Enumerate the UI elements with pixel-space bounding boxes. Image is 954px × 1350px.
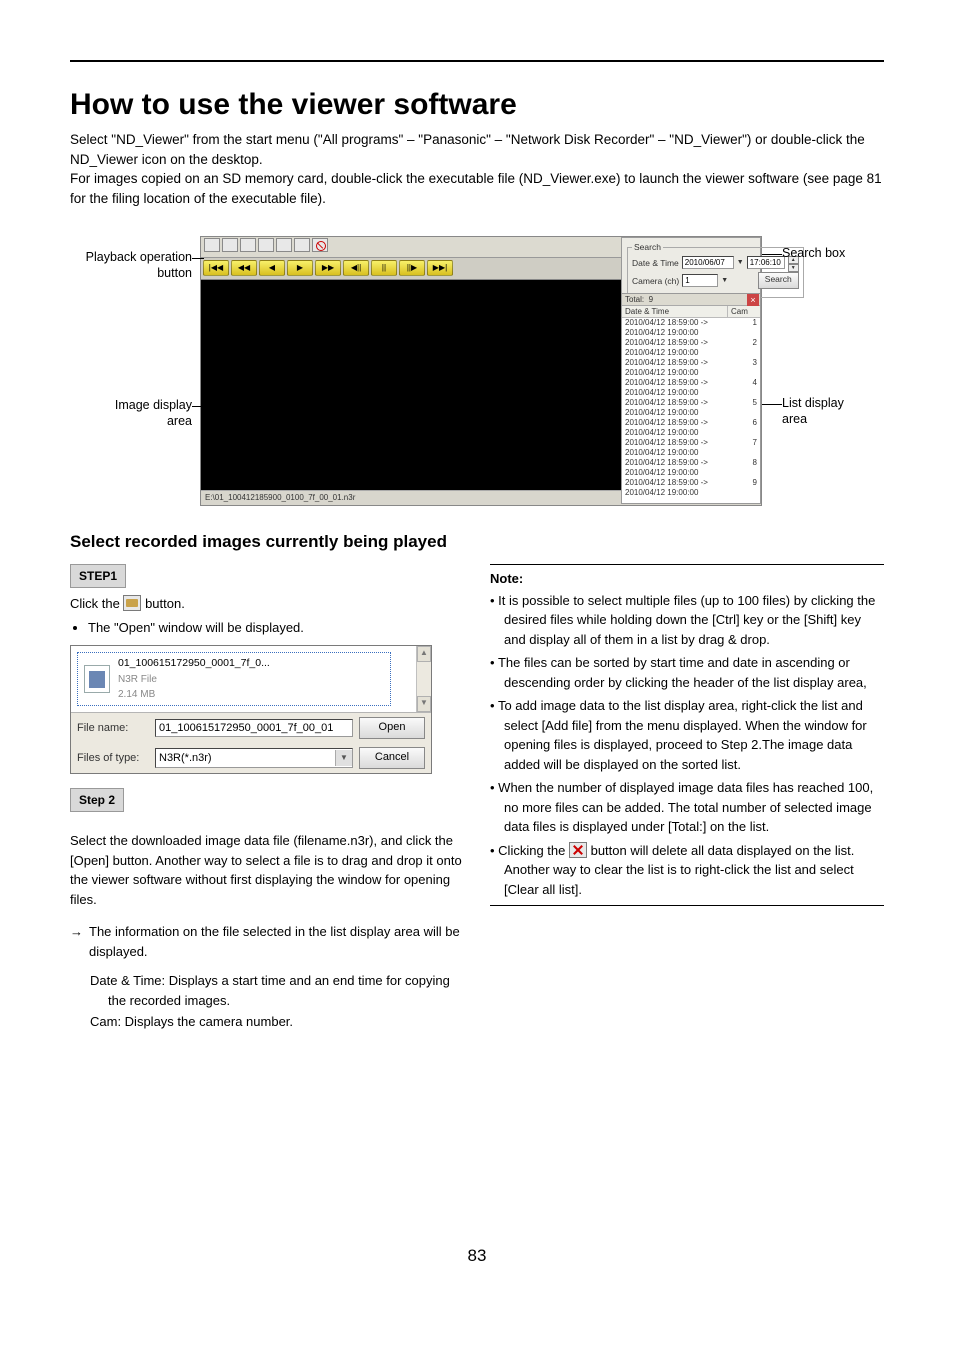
layout-icon[interactable]	[294, 238, 310, 252]
filetype-label: Files of type:	[77, 750, 149, 767]
note-item: • The files can be sorted by start time …	[490, 653, 884, 692]
note-heading: Note:	[490, 564, 884, 589]
open-dialog: 01_100615172950_0001_7f_0... N3R File 2.…	[70, 645, 432, 774]
search-legend: Search	[632, 242, 663, 252]
list-row[interactable]: 2010/04/12 18:59:00 -> 2010/04/12 19:00:…	[622, 358, 760, 378]
list-row[interactable]: 2010/04/12 18:59:00 -> 2010/04/12 19:00:…	[622, 458, 760, 478]
zoom-icon[interactable]	[258, 238, 274, 252]
viewer-figure: |◀◀ ◀◀ ◀ ▶ ▶▶ ◀|| || ||▶ ▶▶| ALT CHECK 2…	[70, 236, 880, 506]
note-end-rule	[490, 905, 884, 906]
step2-cam: Cam: Displays the camera number.	[90, 1012, 464, 1032]
note-item: • It is possible to select multiple file…	[490, 591, 884, 650]
last-button[interactable]: ▶▶|	[427, 260, 453, 276]
step2-badge: Step 2	[70, 788, 124, 812]
pause-button[interactable]: ||	[371, 260, 397, 276]
reverse-play-button[interactable]: ◀	[259, 260, 285, 276]
step-fwd-button[interactable]: ||▶	[399, 260, 425, 276]
zoom-out-icon[interactable]	[276, 238, 292, 252]
chevron-down-icon: ▼	[335, 750, 352, 766]
step1-badge: STEP1	[70, 564, 126, 588]
callout-list-area: List displayarea	[782, 396, 844, 427]
clear-list-icon	[569, 842, 587, 858]
print-icon[interactable]	[240, 238, 256, 252]
open-button[interactable]: Open	[359, 717, 425, 739]
list-display-area: Total: 9 × Date & Time Cam 2010/04/12 18…	[621, 293, 761, 504]
total-value: 9	[649, 295, 653, 304]
viewer-window: |◀◀ ◀◀ ◀ ▶ ▶▶ ◀|| || ||▶ ▶▶| ALT CHECK 2…	[200, 236, 762, 506]
list-row[interactable]: 2010/04/12 18:59:00 -> 2010/04/12 19:00:…	[622, 418, 760, 438]
date-input[interactable]	[682, 256, 734, 269]
selected-file-name[interactable]: 01_100615172950_0001_7f_0...	[118, 656, 270, 672]
callout-search-box: Search box	[782, 246, 845, 262]
list-row[interactable]: 2010/04/12 18:59:00 -> 2010/04/12 19:00:…	[622, 398, 760, 418]
alt-check-icon[interactable]	[312, 238, 328, 252]
col-cam[interactable]: Cam	[728, 306, 760, 317]
save-icon[interactable]	[222, 238, 238, 252]
step1-bullet: The "Open" window will be displayed.	[88, 618, 464, 638]
rewind-button[interactable]: ◀◀	[231, 260, 257, 276]
search-button[interactable]: Search	[758, 272, 799, 289]
list-row[interactable]: 2010/04/12 18:59:00 -> 2010/04/12 19:00:…	[622, 438, 760, 458]
selected-file-type: N3R File	[118, 672, 270, 687]
step2-p2: The information on the file selected in …	[89, 922, 464, 961]
step2-date-time: Date & Time: Displays a start time and a…	[90, 971, 464, 1010]
list-row[interactable]: 2010/04/12 18:59:00 -> 2010/04/12 19:00:…	[622, 338, 760, 358]
page-title: How to use the viewer software	[70, 88, 884, 122]
filename-label: File name:	[77, 720, 149, 737]
filetype-select[interactable]: N3R(*.n3r) ▼	[155, 748, 353, 768]
selected-file-size: 2.14 MB	[118, 687, 270, 702]
file-icon	[84, 665, 110, 693]
intro-paragraph: Select "ND_Viewer" from the start menu (…	[70, 130, 884, 208]
play-button[interactable]: ▶	[287, 260, 313, 276]
close-list-icon[interactable]: ×	[747, 294, 759, 306]
list-rows: 2010/04/12 18:59:00 -> 2010/04/12 19:00:…	[622, 318, 760, 498]
list-row[interactable]: 2010/04/12 18:59:00 -> 2010/04/12 19:00:…	[622, 478, 760, 498]
note-item: • Clicking the button will delete all da…	[490, 841, 884, 900]
list-row[interactable]: 2010/04/12 18:59:00 -> 2010/04/12 19:00:…	[622, 318, 760, 338]
callout-image-area: Image displayarea	[70, 398, 192, 429]
col-date-time[interactable]: Date & Time	[622, 306, 728, 317]
arrow-icon: →	[70, 922, 83, 961]
total-label: Total:	[625, 295, 644, 304]
step2-p1: Select the downloaded image data file (f…	[70, 831, 464, 909]
open-icon[interactable]	[204, 238, 220, 252]
camera-label: Camera (ch)	[632, 276, 679, 286]
note-item: • When the number of displayed image dat…	[490, 778, 884, 837]
cancel-button[interactable]: Cancel	[359, 747, 425, 769]
page-number: 83	[0, 1246, 954, 1266]
first-button[interactable]: |◀◀	[203, 260, 229, 276]
list-header[interactable]: Date & Time Cam	[622, 306, 760, 318]
camera-select[interactable]	[682, 274, 718, 287]
step-back-button[interactable]: ◀||	[343, 260, 369, 276]
list-row[interactable]: 2010/04/12 18:59:00 -> 2010/04/12 19:00:…	[622, 378, 760, 398]
dialog-scrollbar[interactable]: ▲▼	[416, 646, 431, 712]
callout-playback: Playback operationbutton	[70, 250, 192, 281]
step1-text: Click the button.	[70, 594, 464, 614]
section-heading: Select recorded images currently being p…	[70, 532, 884, 552]
ffwd-button[interactable]: ▶▶	[315, 260, 341, 276]
time-input[interactable]	[747, 256, 785, 269]
filename-input[interactable]	[155, 719, 353, 737]
date-time-label: Date & Time	[632, 258, 679, 268]
note-item: • To add image data to the list display …	[490, 696, 884, 774]
open-folder-icon	[123, 595, 141, 611]
